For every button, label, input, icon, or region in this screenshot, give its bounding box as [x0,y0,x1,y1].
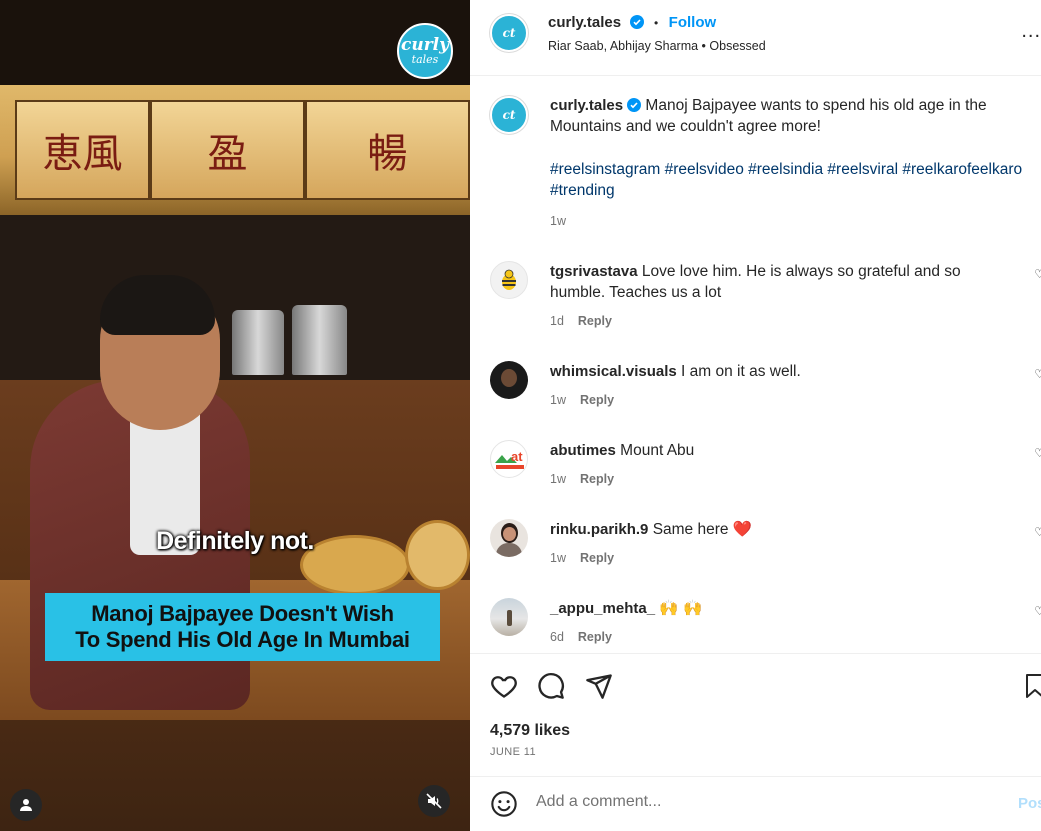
steamer-pot [232,310,284,375]
like-comment-icon[interactable]: ♡ [1034,525,1041,539]
save-bookmark-icon[interactable] [1025,672,1041,700]
reply-button[interactable]: Reply [578,314,612,328]
comment-item: whimsical.visuals I am on it as well. 1w… [470,361,1041,421]
verified-badge-icon [627,98,642,112]
author-username[interactable]: curly.tales [548,14,621,31]
comment-body: _appu_mehta_ 🙌 🙌 [550,598,1000,619]
brand-logo-text: curly [400,35,449,55]
sign-lantern: 暢 [305,100,470,200]
follow-button[interactable]: Follow [669,14,717,31]
comment-item: tgsrivastava Love love him. He is always… [470,261,1041,341]
comment-item: _appu_mehta_ 🙌 🙌 6d Reply ♡ [470,598,1041,648]
abutimes-logo-icon: at [495,449,524,469]
commenter-avatar[interactable] [490,261,528,299]
comment-text: Mount Abu [620,442,695,459]
comment-text: 🙌 🙌 [659,600,703,617]
sign-glyph: 暢 [367,131,408,177]
video-frame: 恵風 盈 暢 [0,0,470,831]
more-options-button[interactable]: ... [1021,20,1041,43]
sign-lantern: 恵風 [15,100,150,200]
comment-time: 1w [550,472,566,486]
comment-meta: 1w Reply [550,393,614,407]
commenter-avatar[interactable] [490,361,528,399]
video-subtitle: Definitely not. [156,527,314,555]
author-line: curly.tales • Follow [548,14,716,32]
reply-button[interactable]: Reply [580,551,614,565]
video-title-line: Manoj Bajpayee Doesn't Wish [91,600,394,626]
comment-username[interactable]: whimsical.visuals [550,363,677,380]
separator-dot: • [654,16,659,30]
commenter-avatar[interactable] [490,519,528,557]
comment-text: I am on it as well. [681,363,801,380]
like-count[interactable]: 4,579 likes [490,722,570,740]
comment-username[interactable]: _appu_mehta_ [550,600,655,617]
brand-logo: curly tales [397,23,453,79]
post-caption: curly.tales Manoj Bajpayee wants to spen… [550,95,1030,232]
like-comment-icon[interactable]: ♡ [1034,367,1041,381]
comment-meta: 1d Reply [550,314,612,328]
reply-button[interactable]: Reply [580,393,614,407]
reply-button[interactable]: Reply [578,630,612,644]
caption-author-avatar[interactable]: ct [490,96,528,134]
comment-bubble-icon[interactable] [537,672,565,700]
tagged-users-button[interactable] [10,789,42,821]
comment-item: at abutimes Mount Abu 1w Reply ♡ [470,440,1041,500]
mute-button[interactable] [418,785,450,817]
video-title-line: To Spend His Old Age In Mumbai [75,627,410,652]
emoji-icon[interactable] [490,790,518,818]
like-heart-icon[interactable] [490,672,518,700]
comment-time: 6d [550,630,564,644]
comment-meta: 1w Reply [550,551,614,565]
share-send-icon[interactable] [585,672,613,700]
comment-username[interactable]: tgsrivastava [550,263,638,280]
author-avatar[interactable]: ct [490,14,528,52]
caption-hashtags[interactable]: #reelsinstagram #reelsvideo #reelsindia … [550,159,1030,201]
comment-text: Same here ❤️ [652,521,753,538]
comment-time: 1w [550,393,566,407]
post-actions: 4,579 likes JUNE 11 Post [470,653,1041,831]
svg-text:at: at [511,449,523,464]
sign-lantern: 盈 [150,100,305,200]
verified-badge-icon [629,15,644,29]
reel-video[interactable]: 恵風 盈 暢 curly tales Definitely not. Manoj… [0,0,470,831]
steamer-pot [292,305,347,375]
sign-glyph: 盈 [207,131,248,177]
reply-button[interactable]: Reply [580,472,614,486]
comment-body: tgsrivastava Love love him. He is always… [550,261,1000,303]
audio-attribution[interactable]: Riar Saab, Abhijay Sharma • Obsessed [548,39,766,53]
bee-icon [502,269,516,290]
like-comment-icon[interactable]: ♡ [1034,446,1041,460]
caption-username[interactable]: curly.tales [550,97,623,114]
person-hair [100,275,215,335]
user-icon [20,799,32,811]
comment-item: rinku.parikh.9 Same here ❤️ 1w Reply ♡ [470,519,1041,579]
muted-speaker-icon [426,793,442,809]
video-title-box: Manoj Bajpayee Doesn't Wish To Spend His… [45,593,440,661]
sign-glyph: 恵風 [42,131,123,177]
comment-username[interactable]: rinku.parikh.9 [550,521,648,538]
comment-time: 1d [550,314,564,328]
comment-composer: Post [470,776,1041,831]
commenter-avatar[interactable] [490,598,528,636]
comment-body: whimsical.visuals I am on it as well. [550,361,1000,382]
comment-username[interactable]: abutimes [550,442,616,459]
post-header: ct curly.tales • Follow Riar Saab, Abhij… [470,0,1041,76]
comment-meta: 6d Reply [550,630,612,644]
commenter-avatar[interactable]: at [490,440,528,478]
comment-body: rinku.parikh.9 Same here ❤️ [550,519,1000,540]
comment-input[interactable] [536,793,976,811]
like-comment-icon[interactable]: ♡ [1034,267,1041,281]
post-comment-button[interactable]: Post [1018,795,1041,812]
brand-logo-subtext: tales [411,53,439,66]
post-sidebar: ct curly.tales • Follow Riar Saab, Abhij… [470,0,1041,831]
comment-meta: 1w Reply [550,472,614,486]
like-comment-icon[interactable]: ♡ [1034,604,1041,618]
post-date: JUNE 11 [490,746,536,758]
comment-time: 1w [550,551,566,565]
comment-body: abutimes Mount Abu [550,440,1000,461]
caption-time: 1w [550,214,566,228]
